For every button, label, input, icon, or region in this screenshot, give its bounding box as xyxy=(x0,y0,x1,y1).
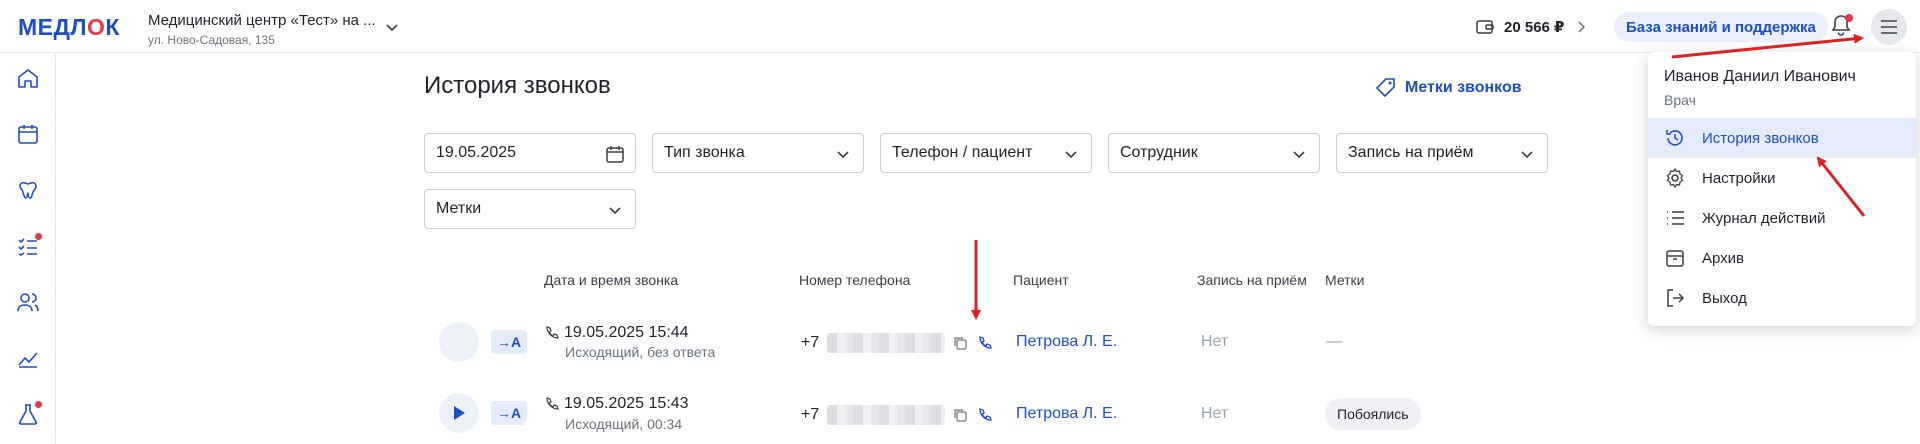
top-header: МЕДЛОК Медицинский центр «Тест» на ... у… xyxy=(0,0,1920,53)
gear-icon xyxy=(1664,167,1686,189)
blurred-phone xyxy=(827,333,946,353)
archive-icon xyxy=(1664,247,1686,269)
call-type-select[interactable]: Тип звонка xyxy=(652,133,864,173)
call-status: Исходящий, без ответа xyxy=(565,344,716,360)
logo[interactable]: МЕДЛОК xyxy=(18,14,120,41)
chevron-down-icon xyxy=(1289,144,1309,164)
appointment-value: Нет xyxy=(1201,333,1229,350)
play-icon xyxy=(452,405,466,421)
notification-dot xyxy=(35,233,42,240)
col-appointment: Запись на приём xyxy=(1197,272,1307,288)
phone-number: +7 xyxy=(801,405,993,425)
employee-select[interactable]: Сотрудник xyxy=(1108,133,1320,173)
tooth-icon[interactable] xyxy=(16,178,40,202)
date-filter[interactable]: 19.05.2025 xyxy=(424,133,636,173)
chevron-down-icon xyxy=(1061,144,1081,164)
patient-link[interactable]: Петрова Л. Е. xyxy=(1016,405,1117,423)
col-tags: Метки xyxy=(1325,272,1365,288)
tag-chip[interactable]: Побоялись xyxy=(1325,398,1421,430)
play-placeholder xyxy=(439,322,479,362)
call-status: Исходящий, 00:34 xyxy=(565,416,683,432)
knowledge-base-button[interactable]: База знаний и поддержка xyxy=(1614,12,1828,42)
hamburger-menu-button[interactable] xyxy=(1871,9,1907,45)
col-phone: Номер телефона xyxy=(799,272,911,288)
notification-dot xyxy=(35,401,42,408)
play-button[interactable] xyxy=(439,393,479,433)
col-patient: Пациент xyxy=(1013,272,1069,288)
blurred-phone xyxy=(827,405,946,425)
chevron-down-icon xyxy=(1517,144,1537,164)
history-icon xyxy=(1664,127,1686,149)
copy-icon[interactable] xyxy=(953,408,967,422)
call-tags-link[interactable]: Метки звонков xyxy=(1375,77,1522,99)
menu-item-logout[interactable]: Выход xyxy=(1648,278,1916,318)
list-icon xyxy=(1664,207,1686,229)
clinic-selector[interactable]: Медицинский центр «Тест» на ... ул. Ново… xyxy=(148,12,408,47)
balance[interactable]: 20 566 ₽ xyxy=(1476,15,1588,39)
logout-icon xyxy=(1664,287,1686,309)
tag-icon xyxy=(1375,77,1397,99)
appointment-select[interactable]: Запись на приём xyxy=(1336,133,1548,173)
clinic-address: ул. Ново-Садовая, 135 xyxy=(148,33,275,47)
menu-icon xyxy=(1880,20,1898,34)
notification-dot xyxy=(1845,14,1853,22)
tag-value: — xyxy=(1326,333,1342,350)
col-datetime: Дата и время звонка xyxy=(544,272,679,288)
bell-icon[interactable] xyxy=(1830,13,1853,37)
copy-icon[interactable] xyxy=(953,336,967,350)
wallet-icon xyxy=(1476,19,1494,35)
chevron-down-icon[interactable] xyxy=(384,19,400,35)
phone-number: +7 xyxy=(801,333,993,353)
call-phone-icon[interactable] xyxy=(977,407,993,423)
page-title: История звонков xyxy=(424,72,611,99)
call-datetime: 19.05.2025 15:44 xyxy=(564,324,689,341)
menu-item-call-history[interactable]: История звонков xyxy=(1648,118,1916,158)
patient-link[interactable]: Петрова Л. Е. xyxy=(1016,333,1117,351)
chevron-down-icon xyxy=(833,144,853,164)
appointment-value: Нет xyxy=(1201,405,1229,422)
phone-outgoing-icon xyxy=(544,396,560,412)
flask-icon[interactable] xyxy=(16,401,42,426)
direction-badge: →A xyxy=(491,401,527,425)
calendar-icon xyxy=(605,144,625,164)
phone-outgoing-icon xyxy=(544,325,560,341)
chevron-down-icon xyxy=(605,200,625,220)
user-name: Иванов Даниил Иванович xyxy=(1664,68,1856,85)
menu-item-archive[interactable]: Архив xyxy=(1648,238,1916,278)
calendar-icon[interactable] xyxy=(16,122,40,146)
user-menu-dropdown: Иванов Даниил Иванович Врач История звон… xyxy=(1648,52,1916,326)
sidebar xyxy=(0,54,56,444)
home-icon[interactable] xyxy=(16,66,40,90)
chart-icon[interactable] xyxy=(16,346,40,370)
annotation-arrows xyxy=(971,33,1866,320)
people-icon[interactable] xyxy=(16,290,40,314)
balance-amount: 20 566 ₽ xyxy=(1504,19,1565,36)
user-role: Врач xyxy=(1664,92,1696,108)
checklist-icon[interactable] xyxy=(16,233,42,258)
chevron-right-icon xyxy=(1574,20,1588,34)
direction-badge: →A xyxy=(491,330,527,354)
phone-patient-select[interactable]: Телефон / пациент xyxy=(880,133,1092,173)
call-phone-icon[interactable] xyxy=(977,335,993,351)
call-datetime: 19.05.2025 15:43 xyxy=(564,395,689,412)
menu-item-settings[interactable]: Настройки xyxy=(1648,158,1916,198)
tags-select[interactable]: Метки xyxy=(424,189,636,229)
clinic-name: Медицинский центр «Тест» на ... xyxy=(148,12,376,29)
menu-item-action-log[interactable]: Журнал действий xyxy=(1648,198,1916,238)
